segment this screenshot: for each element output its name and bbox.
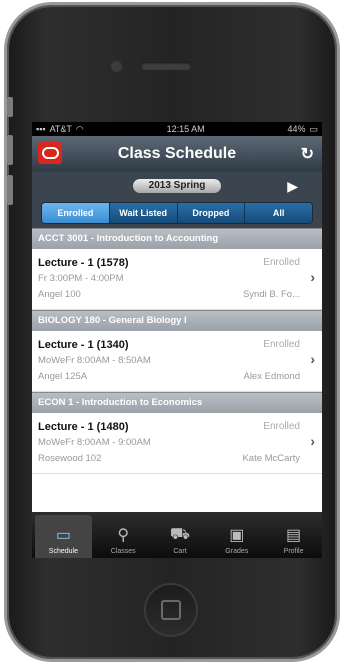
class-time: MoWeFr 8:00AM - 9:00AM [38, 437, 151, 448]
signal-icon: ▪▪▪ [36, 124, 46, 134]
wifi-icon: ◠ [75, 123, 84, 134]
status-segmented-control: Enrolled Wait Listed Dropped All [41, 202, 313, 224]
profile-icon: ▤ [286, 527, 302, 544]
enrollment-status: Enrolled [263, 421, 300, 432]
grades-icon: ▣ [229, 527, 245, 544]
class-row[interactable]: Lecture - 1 (1480) Enrolled MoWeFr 8:00A… [32, 413, 322, 474]
tab-bar: ▭ Schedule ⚲ Classes ⛟ Cart ▣ Grades ▤ P… [32, 512, 322, 558]
class-room: Angel 100 [38, 289, 81, 300]
oracle-logo-icon[interactable] [38, 142, 62, 164]
tab-schedule[interactable]: ▭ Schedule [35, 515, 92, 558]
course-list: ACCT 3001 - Introduction to Accounting L… [32, 228, 322, 474]
app-screen: ▪▪▪ AT&T ◠ 12:15 AM 44% ▭ Class Schedule… [32, 122, 322, 558]
class-row[interactable]: Lecture - 1 (1340) Enrolled MoWeFr 8:00A… [32, 331, 322, 392]
class-section-label: Lecture - 1 (1480) [38, 421, 129, 433]
enrollment-status: Enrolled [263, 339, 300, 350]
course-section-header: BIOLOGY 180 - General Biology I [32, 310, 322, 331]
segment-wait-listed[interactable]: Wait Listed [109, 203, 178, 223]
nav-bar: Class Schedule ↻ [32, 136, 322, 172]
tab-grades-label: Grades [225, 548, 249, 555]
battery-percent: 44% [287, 124, 306, 134]
tab-cart-label: Cart [173, 548, 187, 555]
chevron-right-icon: › [310, 433, 315, 449]
tab-schedule-label: Schedule [48, 548, 78, 555]
enrollment-status: Enrolled [263, 257, 300, 268]
segment-all[interactable]: All [245, 203, 312, 223]
chevron-right-icon: › [310, 351, 315, 367]
clock: 12:15 AM [166, 124, 205, 134]
tab-classes-label: Classes [110, 548, 136, 555]
tab-classes[interactable]: ⚲ Classes [95, 512, 152, 558]
class-room: Rosewood 102 [38, 453, 102, 464]
next-term-icon[interactable]: ▶ [287, 178, 298, 195]
segment-dropped[interactable]: Dropped [177, 203, 246, 223]
segment-enrolled[interactable]: Enrolled [42, 203, 110, 223]
term-selector[interactable]: 2013 Spring [133, 179, 221, 193]
course-section-header: ECON 1 - Introduction to Economics [32, 392, 322, 413]
home-button[interactable] [144, 583, 198, 637]
status-bar: ▪▪▪ AT&T ◠ 12:15 AM 44% ▭ [32, 122, 322, 136]
carrier-label: AT&T [49, 124, 72, 134]
class-time: Fr 3:00PM - 4:00PM [38, 273, 124, 284]
chevron-right-icon: › [310, 269, 315, 285]
search-icon: ⚲ [117, 527, 130, 544]
instructor-name: Syndi B. Fo... [242, 289, 300, 300]
front-camera [112, 62, 121, 71]
tab-cart[interactable]: ⛟ Cart [152, 512, 209, 558]
volume-up-button [7, 135, 13, 165]
schedule-icon: ▭ [55, 527, 71, 544]
page-title: Class Schedule [117, 145, 237, 162]
tab-profile-label: Profile [283, 548, 304, 555]
cart-icon: ⛟ [169, 526, 191, 543]
course-section-header: ACCT 3001 - Introduction to Accounting [32, 228, 322, 249]
class-row[interactable]: Lecture - 1 (1578) Enrolled Fr 3:00PM - … [32, 249, 322, 310]
volume-down-button [7, 175, 13, 205]
filter-bar: Enrolled Wait Listed Dropped All [32, 200, 322, 228]
class-section-label: Lecture - 1 (1340) [38, 339, 129, 351]
mute-switch [7, 97, 13, 117]
instructor-name: Alex Edmond [243, 371, 300, 382]
class-room: Angel 125A [38, 371, 88, 382]
term-selector-bar: 2013 Spring ▶ [32, 172, 322, 200]
instructor-name: Kate McCarty [242, 453, 300, 464]
battery-icon: ▭ [309, 123, 318, 134]
class-section-label: Lecture - 1 (1578) [38, 257, 129, 269]
tab-profile[interactable]: ▤ Profile [265, 512, 322, 558]
class-time: MoWeFr 8:00AM - 8:50AM [38, 355, 151, 366]
refresh-icon[interactable]: ↻ [301, 144, 314, 164]
tab-grades[interactable]: ▣ Grades [208, 512, 265, 558]
earpiece-speaker [141, 62, 191, 70]
